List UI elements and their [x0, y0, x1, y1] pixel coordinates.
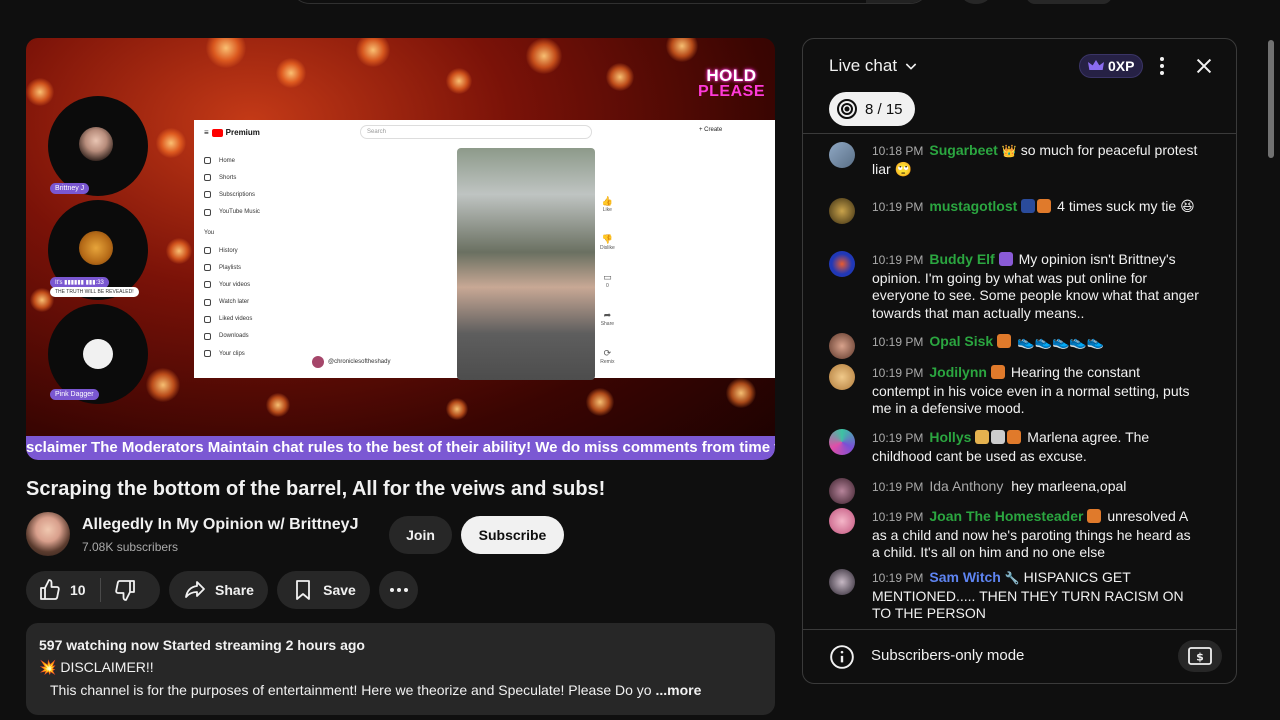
bookmark-icon — [296, 580, 311, 600]
search-bar-edge[interactable] — [290, 0, 930, 4]
thumbs-down-icon — [114, 580, 135, 601]
video-title: Scraping the bottom of the barrel, All f… — [26, 478, 606, 500]
svg-text:$: $ — [1196, 651, 1204, 664]
like-dislike-group: 10 — [26, 571, 160, 609]
screen-search-box: Search — [360, 125, 592, 139]
join-button[interactable]: Join — [389, 516, 452, 554]
collision-emoji-icon: 💥 — [39, 660, 57, 676]
page-scrollbar[interactable] — [1268, 40, 1274, 158]
subscriber-count: 7.08K subscribers — [82, 540, 179, 554]
chat-mode-dropdown[interactable]: Live chat — [829, 56, 919, 76]
chat-message: 10:19 PM Jodilynn Hearing the constant co… — [829, 364, 1199, 418]
participant-name: Pink Dagger — [50, 389, 99, 400]
chat-message: 10:19 PM Joan The Homesteader unresolved … — [829, 508, 1199, 562]
account-button-edge[interactable] — [1026, 0, 1112, 4]
youtube-premium-logo: ≡ Premium — [204, 128, 260, 137]
close-chat-button[interactable] — [1193, 55, 1215, 82]
participant-name: Brittney J — [50, 183, 90, 194]
channel-avatar[interactable] — [26, 512, 70, 556]
xp-badge[interactable]: 0XP — [1079, 54, 1144, 78]
more-actions-button[interactable] — [379, 571, 418, 609]
search-button[interactable] — [866, 0, 930, 3]
save-button[interactable]: Save — [277, 571, 370, 609]
shared-screen: ≡ Premium Search + Create Home Shorts Sub… — [194, 120, 775, 380]
share-label: Share — [215, 582, 254, 598]
info-icon[interactable] — [829, 644, 855, 670]
chevron-down-icon — [905, 63, 917, 70]
xp-value: 0XP — [1108, 58, 1135, 74]
chat-title: Live chat — [829, 56, 898, 75]
close-icon — [1196, 58, 1212, 74]
hold-please-overlay: HOLD PLEASE — [697, 66, 765, 100]
participant-subtitle: THE TRUTH WILL BE REVEALED! — [50, 287, 139, 297]
save-label: Save — [323, 582, 356, 598]
chat-message: 10:19 PM Sam Witch 🔧 HISPANICS GET MENTION… — [829, 569, 1199, 623]
participant-avatar — [79, 127, 113, 161]
share-icon — [185, 581, 205, 598]
description-line: This channel is for the purposes of ente… — [50, 682, 702, 698]
description-line: 💥 DISCLAIMER!! — [39, 659, 154, 676]
chat-message: 10:19 PM Opal Sisk 👟👟👟👟👟 — [829, 333, 1199, 359]
crown-icon — [1088, 60, 1104, 70]
chat-message: 10:18 PM Sugarbeet 👑 so much for peaceful … — [829, 142, 1199, 178]
dollar-bill-icon: $ — [1188, 647, 1212, 665]
screen-channel-handle: @chroniclesoftheshady — [312, 356, 390, 368]
create-button-edge[interactable] — [962, 0, 990, 4]
chat-footer: Subscribers-only mode $ — [803, 629, 1236, 683]
chat-message-list[interactable]: 10:18 PM Sugarbeet 👑 so much for peaceful … — [803, 139, 1236, 632]
more-vertical-icon — [1160, 57, 1164, 75]
overlay-line-1: HOLD — [706, 66, 757, 85]
subscribe-button[interactable]: Subscribe — [461, 516, 564, 554]
chat-message: 10:19 PM Ida Anthony hey marleena,opal — [829, 478, 1199, 504]
live-chat-panel: Live chat 0XP 8 / 15 10:18 PM Sugarbeet 👑 … — [802, 38, 1237, 684]
video-player[interactable]: HOLD PLEASE Brittney J It's ▮▮▮▮▮▮ ▮▮▮:3… — [26, 38, 775, 460]
thumbs-up-icon — [40, 579, 60, 600]
chat-message: 10:19 PM Hollys Marlena agree. The childh… — [829, 429, 1199, 465]
super-chat-button[interactable]: $ — [1178, 640, 1222, 672]
chat-message: 10:19 PM Buddy Elf My opinion isn't Britt… — [829, 251, 1199, 322]
like-button[interactable]: 10 — [38, 578, 101, 602]
user-placeholder-icon — [83, 339, 113, 369]
chat-header: Live chat 0XP 8 / 15 — [803, 39, 1236, 134]
description-box[interactable]: 597 watching now Started streaming 2 hou… — [26, 623, 775, 715]
engagement-goal-chip[interactable]: 8 / 15 — [829, 92, 915, 126]
chat-options-button[interactable] — [1155, 55, 1169, 82]
target-icon — [837, 99, 857, 119]
disclaimer-ticker: sclaimer The Moderators Maintain chat ru… — [26, 436, 775, 460]
participant-tile — [48, 96, 148, 196]
share-button[interactable]: Share — [169, 571, 268, 609]
screen-short-actions: 👍 Like 👎 Dislike ▭ 0 ➦ Share ⟳ Remix — [600, 196, 615, 365]
channel-name[interactable]: Allegedly In My Opinion w/ BrittneyJ — [82, 516, 358, 534]
chat-message: 10:19 PM mustagotlost 4 times suck my tie… — [829, 198, 1199, 224]
overlay-line-2: PLEASE — [697, 83, 765, 100]
screen-short-video — [457, 148, 595, 380]
show-more-link[interactable]: ...more — [655, 682, 701, 698]
participant-avatar — [79, 231, 113, 265]
dislike-button[interactable] — [101, 578, 137, 602]
like-count: 10 — [70, 582, 86, 598]
screen-create-button: + Create — [699, 127, 723, 133]
more-horizontal-icon — [389, 588, 408, 592]
goal-progress: 8 / 15 — [865, 100, 903, 118]
watch-stats: 597 watching now Started streaming 2 hou… — [39, 637, 365, 653]
screen-sidebar: Home Shorts Subscriptions YouTube Music … — [204, 157, 260, 358]
subscribers-only-notice: Subscribers-only mode — [871, 647, 1025, 664]
